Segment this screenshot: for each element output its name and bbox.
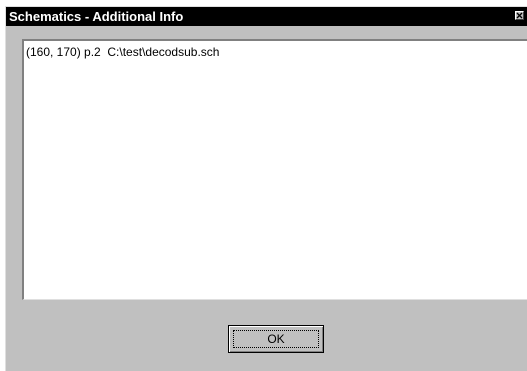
ok-button-label: OK [267,332,285,346]
additional-info-dialog: Schematics - Additional Info (160, 170) … [5,6,527,371]
ok-button[interactable]: OK [228,325,324,353]
close-icon [516,12,523,19]
close-button[interactable] [515,11,524,20]
list-item[interactable]: (160, 170) p.2 C:\test\decodsub.sch [26,45,219,59]
title-bar[interactable]: Schematics - Additional Info [6,7,527,26]
info-listbox[interactable]: (160, 170) p.2 C:\test\decodsub.sch [22,39,527,300]
window-title: Schematics - Additional Info [9,9,184,24]
